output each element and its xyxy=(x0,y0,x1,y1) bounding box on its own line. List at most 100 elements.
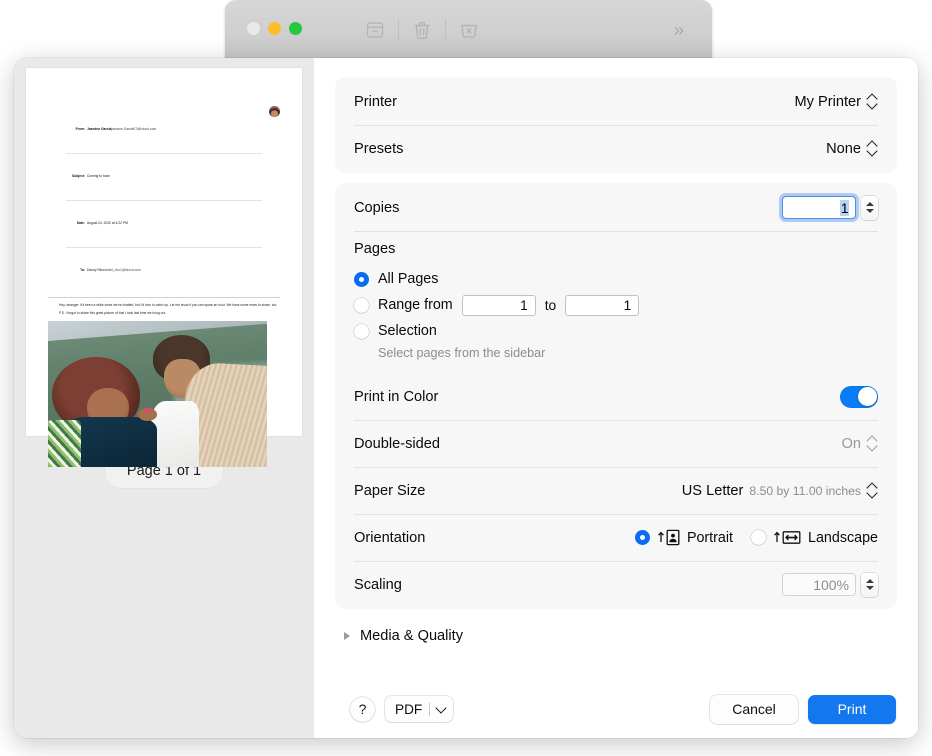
print-dialog-screen: » From:Jasmine Garcia jasmine.Garcia07@i… xyxy=(0,0,932,756)
from-name: Jasmine Garcia xyxy=(87,127,111,131)
double-sided-row[interactable]: Double-sided On xyxy=(336,420,896,467)
print-in-color-toggle[interactable] xyxy=(840,386,878,408)
landscape-option[interactable]: Landscape xyxy=(751,530,878,546)
chevron-up-down-icon xyxy=(867,435,878,452)
double-sided-value: On xyxy=(842,436,861,452)
range-option[interactable]: Range from 1 to 1 xyxy=(354,292,878,318)
to-label: To: xyxy=(66,268,85,272)
archive-button[interactable] xyxy=(352,15,398,45)
email-date-row: Date:August 24, 2020 at 4:22 PM xyxy=(48,200,280,247)
landscape-label: Landscape xyxy=(808,530,878,546)
paper-size-row[interactable]: Paper Size US Letter 8.50 by 11.00 inche… xyxy=(336,467,896,514)
chevron-up-down-icon xyxy=(867,482,878,499)
print-options-pane: Printer My Printer Presets None xyxy=(314,58,918,738)
copies-row: Copies 1 xyxy=(336,184,896,231)
range-from-value: 1 xyxy=(520,298,528,313)
email-subject-row: Subject:Coming to town xyxy=(48,153,280,200)
scaling-stepper[interactable] xyxy=(861,573,878,597)
range-radio[interactable] xyxy=(354,298,369,313)
cancel-button[interactable]: Cancel xyxy=(710,695,798,724)
close-window-button[interactable] xyxy=(247,22,260,35)
chevron-down-icon xyxy=(436,702,447,713)
range-to-input[interactable]: 1 xyxy=(565,295,639,316)
copies-label: Copies xyxy=(354,200,399,216)
range-from-input[interactable]: 1 xyxy=(462,295,536,316)
portrait-label: Portrait xyxy=(687,530,733,546)
all-pages-option[interactable]: All Pages xyxy=(354,266,878,292)
print-preview-pane: From:Jasmine Garcia jasmine.Garcia07@icl… xyxy=(14,58,314,738)
window-traffic-lights xyxy=(247,22,302,35)
range-to-word: to xyxy=(545,298,557,313)
archive-icon xyxy=(363,18,387,42)
presets-row[interactable]: Presets None xyxy=(336,125,896,172)
stepper-up-icon[interactable] xyxy=(866,579,874,583)
date-value: August 24, 2020 at 4:22 PM xyxy=(87,221,128,225)
selection-radio[interactable] xyxy=(354,324,369,339)
range-to-value: 1 xyxy=(624,298,632,313)
print-settings-group: Copies 1 Page xyxy=(336,184,896,608)
subject-label: Subject: xyxy=(66,174,85,178)
stepper-down-icon[interactable] xyxy=(866,209,874,213)
move-to-junk-button[interactable] xyxy=(446,15,492,45)
date-label: Date: xyxy=(66,221,85,225)
junk-icon xyxy=(457,18,481,42)
question-mark-icon: ? xyxy=(359,701,367,717)
print-dialog-sheet: From:Jasmine Garcia jasmine.Garcia07@icl… xyxy=(14,58,918,738)
help-button[interactable]: ? xyxy=(350,697,375,722)
header-divider xyxy=(48,297,280,298)
printer-group: Printer My Printer Presets None xyxy=(336,78,896,172)
email-header: From:Jasmine Garcia jasmine.Garcia07@icl… xyxy=(48,106,280,298)
paper-size-label: Paper Size xyxy=(354,483,425,499)
pdf-menu-button[interactable]: PDF xyxy=(385,696,453,722)
email-to-row: To:Danny Rico daniel_rico1@icloud.com xyxy=(48,247,280,294)
double-chevron-right-icon: » xyxy=(674,21,684,39)
paper-size-dimensions: 8.50 by 11.00 inches xyxy=(749,484,861,498)
printer-row[interactable]: Printer My Printer xyxy=(336,78,896,125)
minimize-window-button[interactable] xyxy=(268,22,281,35)
landscape-radio[interactable] xyxy=(751,530,766,545)
maximize-window-button[interactable] xyxy=(289,22,302,35)
double-sided-label: Double-sided xyxy=(354,436,440,452)
chevron-right-icon xyxy=(344,632,350,640)
copies-stepper[interactable] xyxy=(861,196,878,220)
toolbar-overflow-button[interactable]: » xyxy=(666,17,692,43)
delete-button[interactable] xyxy=(399,15,445,45)
print-button[interactable]: Print xyxy=(808,695,896,724)
scaling-input[interactable]: 100% xyxy=(782,573,856,596)
portrait-option[interactable]: Portrait xyxy=(635,529,733,546)
pdf-divider xyxy=(429,703,430,716)
cancel-label: Cancel xyxy=(732,701,776,717)
scaling-row: Scaling 100% xyxy=(336,561,896,608)
stepper-down-icon[interactable] xyxy=(866,586,874,590)
orientation-row: Orientation xyxy=(336,514,896,561)
to-address: daniel_rico1@icloud.com xyxy=(104,268,141,272)
presets-label: Presets xyxy=(354,141,403,157)
preview-page[interactable]: From:Jasmine Garcia jasmine.Garcia07@icl… xyxy=(26,68,302,436)
portrait-radio[interactable] xyxy=(635,530,650,545)
media-quality-disclosure[interactable]: Media & Quality xyxy=(336,622,896,650)
selection-option[interactable]: Selection xyxy=(354,318,878,344)
all-pages-radio[interactable] xyxy=(354,272,369,287)
media-quality-label: Media & Quality xyxy=(360,628,463,644)
from-address: jasmine.Garcia07@icloud.com xyxy=(111,127,156,131)
print-in-color-row: Print in Color xyxy=(336,373,896,420)
stepper-up-icon[interactable] xyxy=(866,202,874,206)
print-in-color-label: Print in Color xyxy=(354,389,438,405)
dialog-footer: ? PDF Cancel Print xyxy=(328,680,918,738)
selection-hint: Select pages from the sidebar xyxy=(378,346,878,360)
chevron-up-down-icon xyxy=(867,93,878,110)
mail-window-toolbar: » xyxy=(225,0,712,60)
portrait-icon xyxy=(657,529,680,546)
from-label: From: xyxy=(66,127,85,131)
pdf-label: PDF xyxy=(395,702,422,717)
email-body-paragraph: Hey, stranger. It's been a while since w… xyxy=(59,303,280,308)
printer-label: Printer xyxy=(354,94,397,110)
email-postscript: P.S. I forgot to share this great pictur… xyxy=(59,311,280,316)
range-label: Range from xyxy=(378,297,453,313)
paper-size-value: US Letter xyxy=(682,483,744,499)
print-label: Print xyxy=(838,701,867,717)
landscape-icon xyxy=(773,530,801,545)
pages-title: Pages xyxy=(354,241,878,257)
presets-value: None xyxy=(826,141,861,157)
copies-input[interactable]: 1 xyxy=(782,196,856,219)
